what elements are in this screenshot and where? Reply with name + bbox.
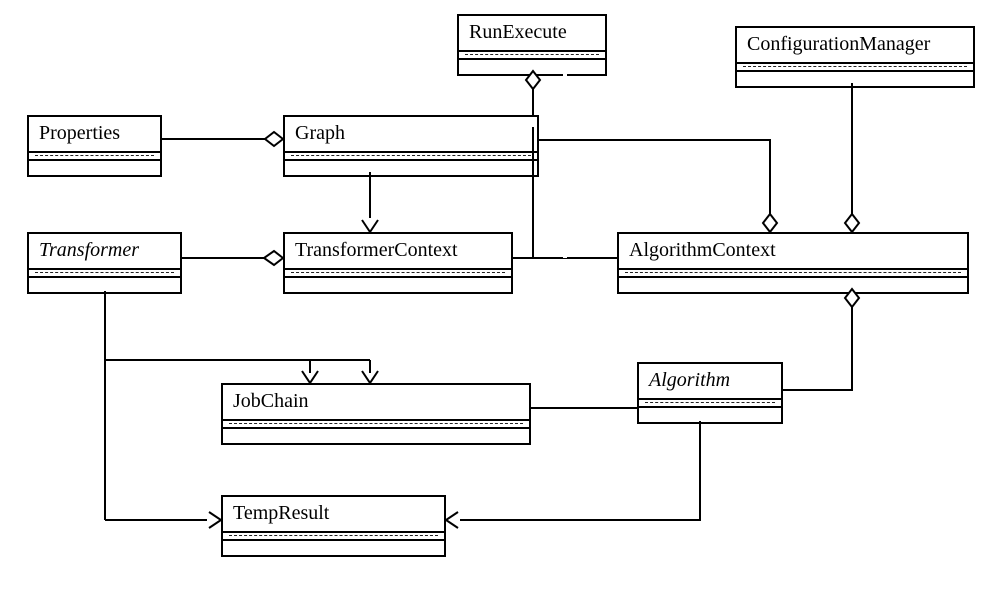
class-temp-result: TempResult bbox=[221, 495, 446, 557]
class-name: ConfigurationManager bbox=[737, 28, 973, 62]
connectors bbox=[0, 0, 1000, 597]
class-name: Graph bbox=[285, 117, 537, 151]
class-name: Properties bbox=[29, 117, 160, 151]
class-name: JobChain bbox=[223, 385, 529, 419]
class-graph: Graph bbox=[283, 115, 539, 177]
class-job-chain: JobChain bbox=[221, 383, 531, 445]
class-properties: Properties bbox=[27, 115, 162, 177]
class-name: Algorithm bbox=[639, 364, 781, 398]
class-transformer: Transformer bbox=[27, 232, 182, 294]
class-configuration-manager: ConfigurationManager bbox=[735, 26, 975, 88]
class-name: RunExecute bbox=[459, 16, 605, 50]
uml-class-diagram: RunExecute ConfigurationManager Properti… bbox=[0, 0, 1000, 597]
class-run-execute: RunExecute bbox=[457, 14, 607, 76]
class-transformer-context: TransformerContext bbox=[283, 232, 513, 294]
class-algorithm: Algorithm bbox=[637, 362, 783, 424]
class-name: Transformer bbox=[29, 234, 180, 268]
class-name: AlgorithmContext bbox=[619, 234, 967, 268]
class-name: TempResult bbox=[223, 497, 444, 531]
class-algorithm-context: AlgorithmContext bbox=[617, 232, 969, 294]
class-name: TransformerContext bbox=[285, 234, 511, 268]
